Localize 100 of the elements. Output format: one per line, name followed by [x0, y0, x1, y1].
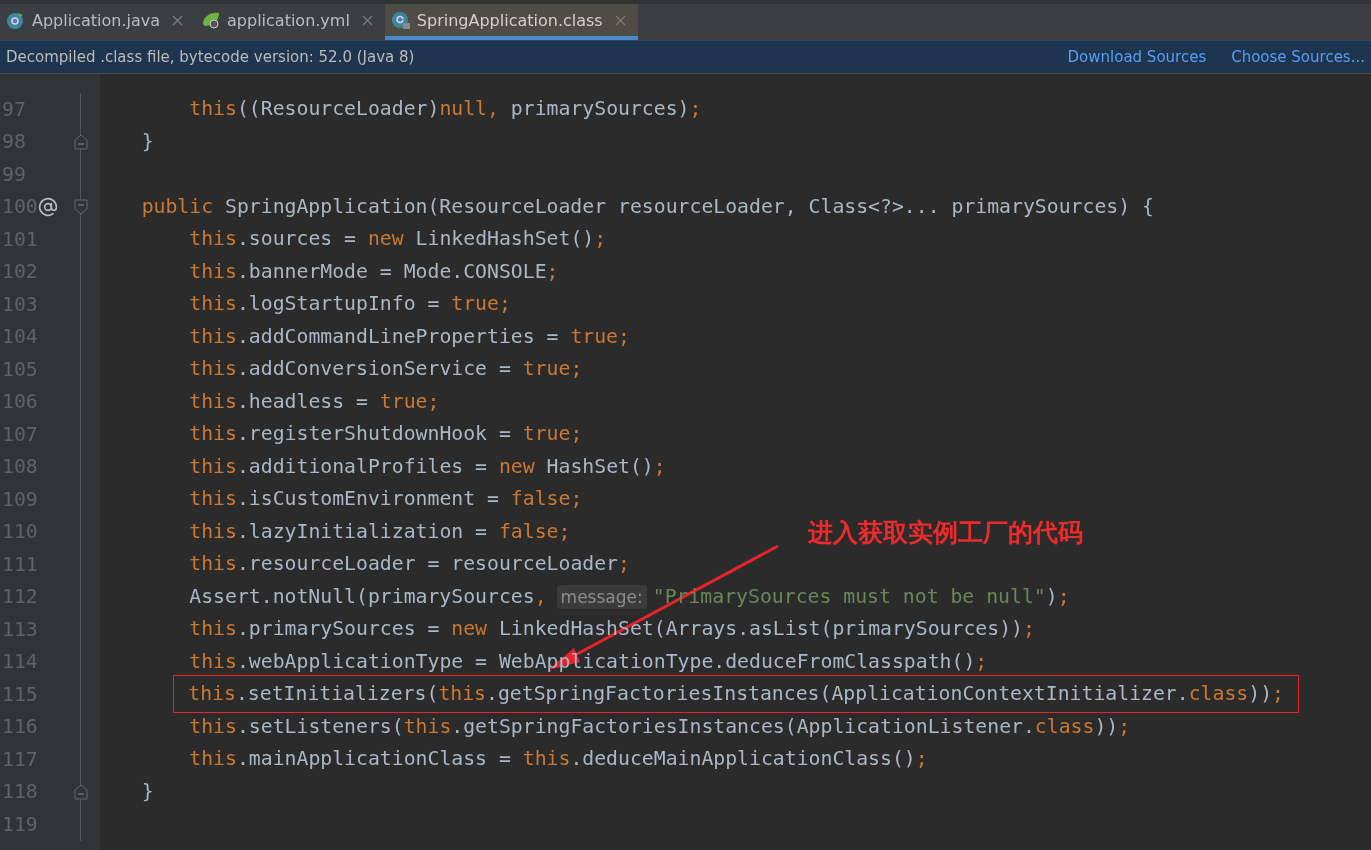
parameter-hint: message: [556, 584, 647, 609]
code-token: ; [1057, 584, 1070, 608]
code-token: new [498, 454, 535, 478]
code-token: .logStartupInfo = [236, 292, 441, 315]
code-token: this [188, 97, 237, 120]
code-token: SpringApplication(ResourceLoader resourceLoader, Class<?>... primarySources) { [224, 194, 1154, 218]
close-icon[interactable] [361, 14, 373, 26]
code-token: false [510, 487, 571, 510]
code-token: this [188, 714, 237, 738]
code-token: ((ResourceLoader) [236, 97, 440, 120]
code-token: this [188, 682, 236, 706]
code-token: this [188, 552, 237, 575]
code-token: .isCustomEnvironment = [236, 487, 500, 510]
code-token: public [140, 194, 214, 218]
code-token: ; [618, 324, 630, 348]
code-token: this [188, 324, 237, 348]
code-token: .headless = [236, 389, 369, 413]
code-token: .sources = [236, 227, 357, 250]
code-token: ; [1022, 617, 1035, 640]
code-token: this [188, 292, 237, 315]
editor-tab[interactable]: application.yml [195, 4, 385, 40]
code-token: ; [1272, 682, 1284, 706]
code-token: this [188, 747, 237, 770]
code-token: .deduceMainApplicationClass() [570, 747, 916, 770]
code-token: ; [618, 552, 630, 575]
fold-icon[interactable] [74, 133, 88, 150]
code-token: ; [689, 97, 702, 120]
code-token: ; [427, 389, 440, 413]
code-token: this [522, 747, 571, 770]
code-token: this [438, 682, 487, 706]
editor-tab[interactable]: Application.java [0, 4, 195, 40]
code-token: )) [1094, 714, 1119, 738]
code-token: this [188, 357, 237, 380]
code-token: .getSpringFactoriesInstances(ApplicationListener. [451, 714, 1035, 738]
code-token: this [188, 422, 237, 445]
fold-icon[interactable] [74, 783, 88, 800]
close-icon[interactable] [614, 14, 626, 26]
banner-text: Decompiled .class file, bytecode version: 52.0 (Java 8) [6, 48, 416, 66]
code-token: this [188, 649, 237, 673]
code-token: this [188, 519, 237, 543]
code-token: ) [1045, 584, 1058, 608]
code-token: ; [975, 649, 988, 673]
code-token: .primarySources = [236, 617, 441, 640]
code-token: .bannerMode = Mode.CONSOLE [236, 259, 547, 283]
code-token: true [522, 422, 571, 445]
code-token: .lazyInitialization = [236, 519, 489, 543]
code-token: .additionalProfiles = [236, 454, 489, 478]
code-token: class [1188, 682, 1249, 706]
code-token: ; [915, 747, 928, 770]
code-token: Assert.notNull(primarySources [188, 584, 535, 608]
leaf-file-icon [201, 10, 221, 30]
code-token: false [498, 519, 559, 543]
close-icon[interactable] [172, 14, 183, 26]
code-token: new [451, 617, 488, 640]
code-token: null [439, 97, 488, 120]
code-token: ; [570, 487, 583, 510]
code-token: class [1034, 714, 1095, 738]
editor-tab[interactable]: SpringApplication.class [384, 4, 638, 40]
code-token: .registerShutdownHook = [236, 422, 512, 445]
code-token: this [188, 617, 237, 640]
code-token: this [188, 487, 237, 510]
code-token: .addConversionService = [236, 357, 512, 380]
code-token: .addCommandLineProperties = [236, 324, 560, 348]
class-file-icon [6, 10, 26, 30]
code-token: ; [546, 259, 559, 283]
code-token: } [140, 779, 154, 803]
code-token: .resourceLoader = resourceLoader [236, 552, 619, 575]
code-token: HashSet() [545, 454, 654, 478]
code-token: true [451, 292, 499, 315]
code-token: true [570, 324, 619, 348]
code-token: true [379, 389, 428, 413]
code-token: .mainApplicationClass = [236, 747, 512, 770]
banner-link[interactable]: Choose Sources... [1231, 48, 1365, 66]
code-token: this [188, 227, 237, 250]
locked-class-file-icon [390, 10, 411, 30]
code-token: this [188, 454, 237, 478]
code-token: LinkedHashSet() [414, 227, 595, 250]
code-token: true [522, 357, 571, 380]
code-token: .setListeners( [236, 714, 404, 738]
annotation-label: 进入获取实例工厂的代码 [808, 517, 1083, 549]
code-token: ; [653, 454, 666, 478]
code-token: ; [1118, 714, 1131, 738]
fold-icon[interactable] [74, 198, 88, 215]
code-token: )) [1248, 682, 1273, 706]
code-token: ; [498, 292, 511, 315]
code-token: } [140, 129, 154, 153]
code-token: this [188, 389, 237, 413]
code-token: ; [570, 357, 583, 380]
code-token: .setInitializers( [235, 682, 439, 706]
code-token: new [367, 227, 404, 250]
code-token: ; [594, 227, 607, 250]
code-token: , [487, 97, 499, 120]
code-token: this [403, 714, 452, 738]
code-token: ; [558, 519, 571, 543]
banner-link[interactable]: Download Sources [1067, 48, 1207, 66]
code-token: .getSpringFactoriesInstances(ApplicationContextInitializer. [486, 682, 1189, 706]
code-token: primarySources) [509, 97, 690, 120]
code-token: , [534, 584, 547, 608]
code-token: this [188, 259, 237, 283]
override-icon[interactable] [38, 196, 58, 217]
